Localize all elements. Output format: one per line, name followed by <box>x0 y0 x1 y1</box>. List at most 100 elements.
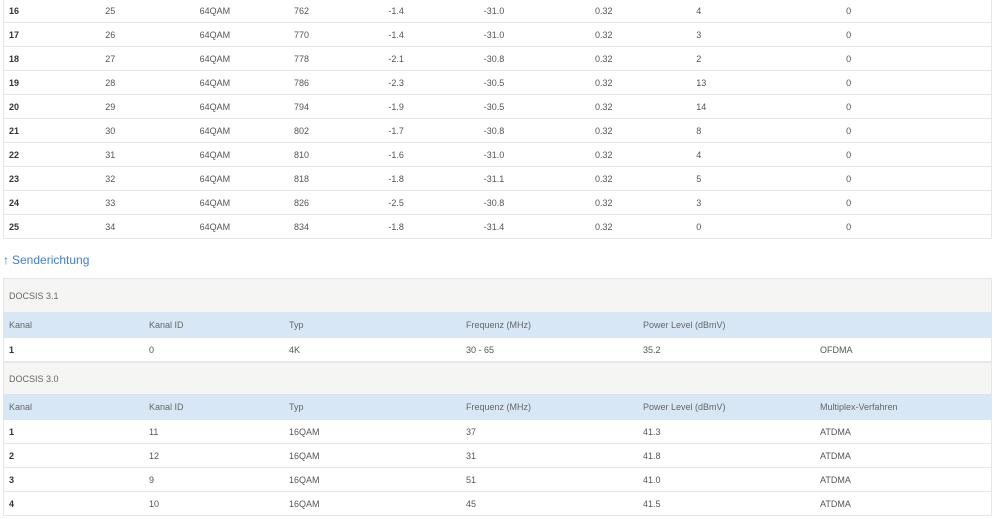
cell-kanal: 19 <box>3 70 106 95</box>
cell-kanal: 23 <box>3 166 106 191</box>
cell-nicht-korrigierbare-fehler: 0 <box>846 142 993 167</box>
cell-typ: 64QAM <box>199 70 295 95</box>
cell-latenz: 0.32 <box>594 190 697 215</box>
cell-korrigierbare-fehler: 4 <box>696 142 847 167</box>
cell-nicht-korrigierbare-fehler: 0 <box>846 22 993 47</box>
cell-typ: 16QAM <box>289 426 320 437</box>
cell-typ: 64QAM <box>199 22 295 47</box>
cell-korrigierbare-fehler: 2 <box>696 46 847 71</box>
cell-kanal: 18 <box>3 46 106 71</box>
cell-kanal: 16 <box>3 0 106 23</box>
docsis30-group-header: DOCSIS 3.0 <box>3 362 992 395</box>
cell-frequenz: 818 <box>294 166 389 191</box>
table-row: 16 25 64QAM 762 -1.4 -31.0 0.32 4 0 <box>3 0 993 23</box>
table-row: 19 28 64QAM 786 -2.3 -30.5 0.32 13 0 <box>3 70 993 95</box>
cell-korrigierbare-fehler: 3 <box>696 190 847 215</box>
table-row: 20 29 64QAM 794 -1.9 -30.5 0.32 14 0 <box>3 94 993 119</box>
cell-korrigierbare-fehler: 14 <box>696 94 847 119</box>
cell-kanal-id: 28 <box>105 70 200 95</box>
cell-mse: -30.8 <box>483 46 595 71</box>
cell-kanal-id: 0 <box>149 344 155 355</box>
cell-kanal-id: 10 <box>149 498 160 509</box>
cell-kanal-id: 25 <box>105 0 200 23</box>
cell-kanal: 2 <box>9 450 15 461</box>
col-frequenz: Frequenz (MHz) <box>466 402 532 412</box>
cell-frequenz: 786 <box>294 70 389 95</box>
cell-latenz: 0.32 <box>594 166 697 191</box>
cell-typ: 64QAM <box>199 0 295 23</box>
cell-power-level: -1.4 <box>388 0 484 23</box>
cell-frequenz: 45 <box>466 498 477 509</box>
cell-frequenz: 30 - 65 <box>466 344 495 355</box>
cell-frequenz: 31 <box>466 450 477 461</box>
cell-typ: 16QAM <box>289 498 320 509</box>
table-row: 1 11 16QAM 37 41.3 ATDMA <box>3 420 992 444</box>
cell-power-level: -1.9 <box>388 94 484 119</box>
cell-kanal: 4 <box>9 498 15 509</box>
cell-latenz: 0.32 <box>594 22 697 47</box>
arrow-up-icon: ↑ <box>3 253 9 267</box>
col-frequenz: Frequenz (MHz) <box>466 320 532 330</box>
cell-mse: -30.5 <box>483 94 595 119</box>
cell-frequenz: 37 <box>466 426 477 437</box>
cell-kanal-id: 33 <box>105 190 200 215</box>
cell-power-level: 41.0 <box>643 474 661 485</box>
table-row: 3 9 16QAM 51 41.0 ATDMA <box>3 468 992 492</box>
cell-kanal-id: 9 <box>149 474 155 485</box>
table-row: 21 30 64QAM 802 -1.7 -30.8 0.32 8 0 <box>3 118 993 143</box>
col-kanal-id: Kanal ID <box>149 402 184 412</box>
cell-typ: 64QAM <box>199 118 295 143</box>
cell-multiplex: ATDMA <box>820 474 851 485</box>
col-power-level: Power Level (dBmV) <box>643 320 726 330</box>
cell-nicht-korrigierbare-fehler: 0 <box>846 118 993 143</box>
cell-typ: 64QAM <box>199 166 295 191</box>
cell-nicht-korrigierbare-fehler: 0 <box>846 70 993 95</box>
cell-kanal: 24 <box>3 190 106 215</box>
docsis30-title: DOCSIS 3.0 <box>9 373 59 384</box>
cell-korrigierbare-fehler: 5 <box>696 166 847 191</box>
cell-kanal: 21 <box>3 118 106 143</box>
cell-frequenz: 51 <box>466 474 477 485</box>
cell-kanal: 1 <box>9 426 15 437</box>
cell-mse: -30.5 <box>483 70 595 95</box>
cell-korrigierbare-fehler: 3 <box>696 22 847 47</box>
cell-power-level: -1.8 <box>388 166 484 191</box>
cell-kanal-id: 31 <box>105 142 200 167</box>
cell-kanal-id: 32 <box>105 166 200 191</box>
cell-frequenz: 826 <box>294 190 389 215</box>
upstream-section-link[interactable]: ↑ Senderichtung <box>3 253 89 267</box>
cell-kanal-id: 12 <box>149 450 160 461</box>
cell-mse: -31.0 <box>483 22 595 47</box>
table-row: 24 33 64QAM 826 -2.5 -30.8 0.32 3 0 <box>3 190 993 215</box>
cell-kanal-id: 27 <box>105 46 200 71</box>
cell-kanal: 20 <box>3 94 106 119</box>
cell-latenz: 0.32 <box>594 46 697 71</box>
cell-kanal-id: 11 <box>149 426 159 437</box>
upstream-section-label: Senderichtung <box>12 253 90 267</box>
table-row: 25 34 64QAM 834 -1.8 -31.4 0.32 0 0 <box>3 214 993 239</box>
cell-power-level: -1.4 <box>388 22 484 47</box>
cell-frequenz: 794 <box>294 94 389 119</box>
cell-power-level: -2.3 <box>388 70 484 95</box>
cell-power-level: -2.5 <box>388 190 484 215</box>
col-typ: Typ <box>289 402 304 412</box>
cell-frequenz: 770 <box>294 22 389 47</box>
col-kanal: Kanal <box>9 402 33 412</box>
cell-typ: 64QAM <box>199 46 295 71</box>
cell-nicht-korrigierbare-fehler: 0 <box>846 94 993 119</box>
table-row: 17 26 64QAM 770 -1.4 -31.0 0.32 3 0 <box>3 22 993 47</box>
cell-power-level: 41.8 <box>643 450 661 461</box>
cell-multiplex: ATDMA <box>820 426 851 437</box>
cell-nicht-korrigierbare-fehler: 0 <box>846 190 993 215</box>
cell-mse: -31.0 <box>483 142 595 167</box>
cell-latenz: 0.32 <box>594 142 697 167</box>
cell-kanal: 17 <box>3 22 106 47</box>
cell-kanal-id: 29 <box>105 94 200 119</box>
table-row: 18 27 64QAM 778 -2.1 -30.8 0.32 2 0 <box>3 46 993 71</box>
cell-latenz: 0.32 <box>594 94 697 119</box>
cell-multiplex: ATDMA <box>820 498 851 509</box>
cell-mse: -31.0 <box>483 0 595 23</box>
col-multiplex: Multiplex-Verfahren <box>820 402 898 412</box>
cell-power-level: 35.2 <box>643 344 661 355</box>
cell-power-level: -1.6 <box>388 142 484 167</box>
